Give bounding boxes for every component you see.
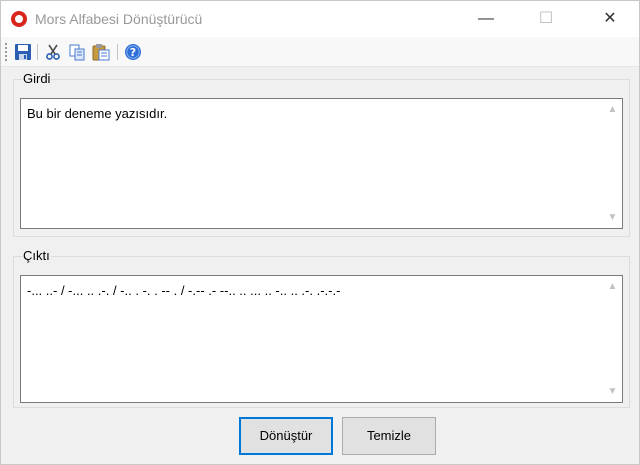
toolbar-grip-icon[interactable]: [5, 43, 8, 61]
scroll-up-icon[interactable]: ▲: [603, 278, 622, 295]
input-group: Girdi Bu bir deneme yazısıdır. ▲ ▼: [13, 71, 630, 237]
cut-icon[interactable]: [43, 42, 63, 62]
convert-button[interactable]: Dönüştür: [239, 417, 333, 455]
clear-button[interactable]: Temizle: [342, 417, 436, 455]
minimize-button[interactable]: —: [463, 1, 509, 37]
scroll-down-icon[interactable]: ▼: [603, 383, 622, 400]
help-icon[interactable]: ?: [123, 42, 143, 62]
maximize-button[interactable]: ☐: [523, 1, 569, 37]
output-group: Çıktı -... ..- / -... .. .-. / -.. . -. …: [13, 248, 630, 408]
output-text[interactable]: -... ..- / -... .. .-. / -.. . -. . -- .…: [27, 283, 598, 298]
toolbar: ?: [1, 37, 639, 67]
input-label: Girdi: [22, 71, 52, 86]
scroll-down-icon[interactable]: ▼: [603, 209, 622, 226]
input-scrollbar[interactable]: ▲ ▼: [603, 99, 622, 228]
paste-icon[interactable]: [91, 42, 111, 62]
input-text[interactable]: Bu bir deneme yazısıdır.: [27, 106, 598, 121]
output-label: Çıktı: [22, 248, 51, 263]
title-bar[interactable]: Mors Alfabesi Dönüştürücü — ☐ ✕: [1, 1, 639, 37]
close-button[interactable]: ✕: [587, 1, 633, 37]
toolbar-separator: [117, 44, 118, 60]
svg-text:?: ?: [130, 46, 136, 59]
save-icon[interactable]: [13, 42, 33, 62]
main-window: Mors Alfabesi Dönüştürücü — ☐ ✕ ? Girdi …: [0, 0, 640, 465]
output-scrollbar[interactable]: ▲ ▼: [603, 276, 622, 402]
copy-icon[interactable]: [67, 42, 87, 62]
window-title: Mors Alfabesi Dönüştürücü: [35, 11, 203, 27]
output-textarea[interactable]: -... ..- / -... .. .-. / -.. . -. . -- .…: [20, 275, 623, 403]
toolbar-separator: [37, 44, 38, 60]
app-icon: [11, 11, 27, 27]
scroll-up-icon[interactable]: ▲: [603, 101, 622, 118]
input-textarea[interactable]: Bu bir deneme yazısıdır. ▲ ▼: [20, 98, 623, 229]
